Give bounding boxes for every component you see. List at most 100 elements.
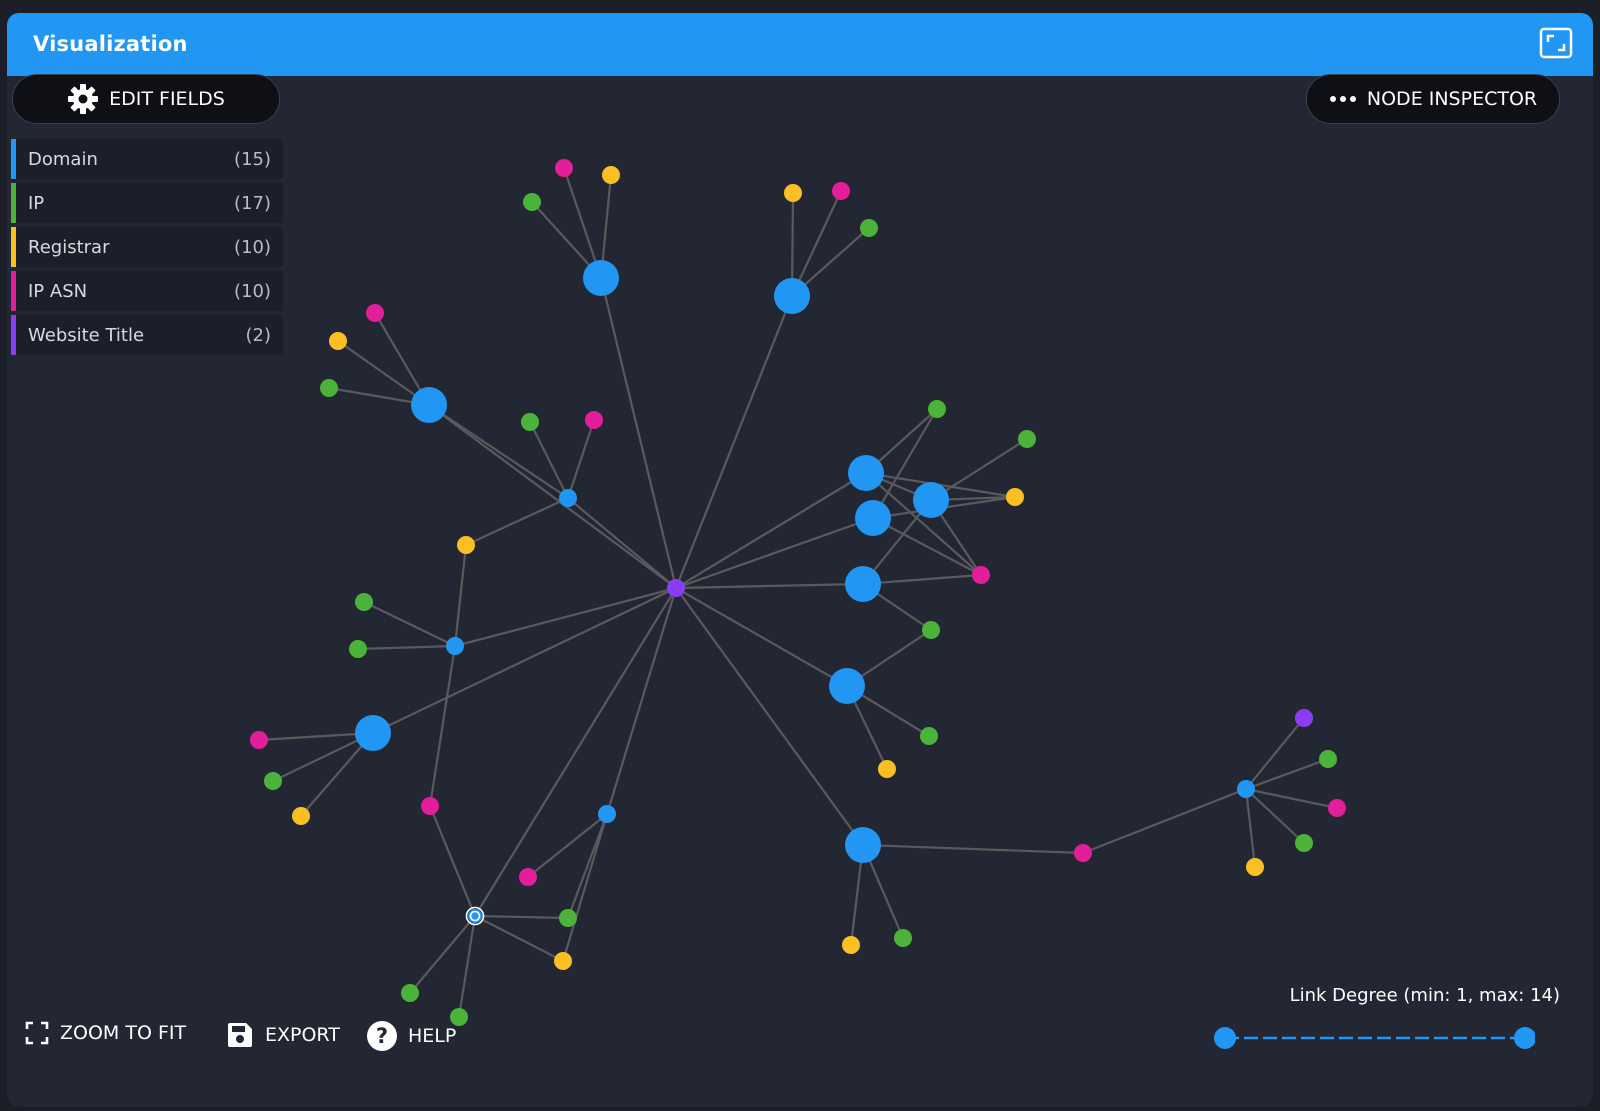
node-ip[interactable] <box>521 413 539 431</box>
legend-label: IP ASN <box>28 280 88 302</box>
node-domain[interactable] <box>559 489 577 507</box>
graph-link <box>453 544 468 647</box>
legend-item-registrar[interactable]: Registrar (10) <box>11 227 283 267</box>
node-ip-asn[interactable] <box>250 731 268 749</box>
help-button[interactable]: ? HELP <box>366 1020 456 1052</box>
node-domain[interactable] <box>913 482 949 518</box>
legend-item-domain[interactable]: Domain (15) <box>11 139 283 179</box>
export-button[interactable]: EXPORT <box>225 1020 340 1050</box>
graph-link <box>363 601 456 647</box>
node-ip[interactable] <box>349 640 367 658</box>
node-registrar[interactable] <box>842 936 860 954</box>
graph-link <box>862 843 1084 855</box>
legend-count: (15) <box>234 148 271 170</box>
node-ip-asn[interactable] <box>1328 799 1346 817</box>
node-ip[interactable] <box>523 193 541 211</box>
node-registrar[interactable] <box>878 760 896 778</box>
node-registrar[interactable] <box>329 332 347 350</box>
node-registrar[interactable] <box>1006 488 1024 506</box>
node-ip[interactable] <box>922 621 940 639</box>
node-inspector-label: NODE INSPECTOR <box>1366 88 1538 110</box>
graph-link <box>1244 788 1257 868</box>
node-ip-asn[interactable] <box>555 159 573 177</box>
graph-link <box>675 587 848 687</box>
node-registrar[interactable] <box>554 952 572 970</box>
node-ip[interactable] <box>1295 834 1313 852</box>
node-domain[interactable] <box>446 637 464 655</box>
node-ip-asn[interactable] <box>972 566 990 584</box>
node-domain[interactable] <box>583 260 619 296</box>
legend-label: Domain <box>28 148 98 170</box>
node-inspector-button[interactable]: NODE INSPECTOR <box>1306 74 1560 124</box>
node-ip[interactable] <box>1319 750 1337 768</box>
node-domain[interactable] <box>1237 780 1255 798</box>
node-ip[interactable] <box>264 772 282 790</box>
node-ip-asn[interactable] <box>421 797 439 815</box>
legend-count: (2) <box>245 324 272 346</box>
node-ip[interactable] <box>920 727 938 745</box>
zoom-to-fit-button[interactable]: ZOOM TO FIT <box>24 1020 186 1046</box>
node-website-title[interactable] <box>1295 709 1313 727</box>
graph-nodes <box>250 159 1346 1026</box>
node-registrar[interactable] <box>292 807 310 825</box>
node-domain[interactable] <box>845 827 881 863</box>
node-domain[interactable] <box>855 500 891 536</box>
edit-fields-button[interactable]: EDIT FIELDS <box>12 74 280 124</box>
gear-icon <box>68 84 99 114</box>
node-domain[interactable] <box>598 805 616 823</box>
legend-count: (10) <box>234 280 271 302</box>
slider-max-handle[interactable] <box>1514 1027 1535 1049</box>
node-ip[interactable] <box>894 929 912 947</box>
legend-color-bar <box>11 183 16 223</box>
graph-link <box>474 915 564 962</box>
node-ip-asn[interactable] <box>585 411 603 429</box>
node-ip[interactable] <box>355 593 373 611</box>
node-registrar[interactable] <box>457 536 475 554</box>
graph-link <box>567 497 677 589</box>
help-icon: ? <box>367 1021 397 1051</box>
node-ip-asn[interactable] <box>832 182 850 200</box>
slider-min-handle[interactable] <box>1214 1027 1236 1049</box>
link-degree-slider[interactable] <box>1205 1023 1535 1053</box>
node-ip[interactable] <box>928 400 946 418</box>
save-icon <box>228 1023 252 1047</box>
node-ip[interactable] <box>1018 430 1036 448</box>
node-domain[interactable] <box>848 455 884 491</box>
node-ip[interactable] <box>860 219 878 237</box>
node-ip[interactable] <box>320 379 338 397</box>
edit-fields-label: EDIT FIELDS <box>109 88 225 110</box>
graph-link <box>561 813 609 962</box>
legend-item-website-title[interactable]: Website Title (2) <box>11 315 283 355</box>
more-dots-icon <box>1329 96 1356 102</box>
graph-link <box>474 914 569 920</box>
node-domain[interactable] <box>829 668 865 704</box>
node-ip-asn[interactable] <box>366 304 384 322</box>
legend-item-ip[interactable]: IP (17) <box>11 183 283 223</box>
graph-link <box>675 582 864 590</box>
zoom-fit-icon <box>25 1021 49 1045</box>
node-domain[interactable] <box>355 715 391 751</box>
legend-count: (17) <box>234 192 271 214</box>
node-domain[interactable] <box>411 387 447 423</box>
legend-label: Registrar <box>28 236 110 258</box>
node-domain[interactable] <box>774 278 810 314</box>
node-ip[interactable] <box>559 909 577 927</box>
node-domain[interactable] <box>845 566 881 602</box>
node-registrar[interactable] <box>1246 858 1264 876</box>
graph-link <box>454 586 677 648</box>
legend-item-ip-asn[interactable]: IP ASN (10) <box>11 271 283 311</box>
node-ip-asn[interactable] <box>519 868 537 886</box>
legend-label: Website Title <box>28 324 145 346</box>
legend-color-bar <box>11 315 16 355</box>
node-ip[interactable] <box>401 984 419 1002</box>
legend-color-bar <box>11 139 16 179</box>
graph-link <box>428 404 569 499</box>
help-label: HELP <box>408 1025 457 1047</box>
node-website-title[interactable] <box>667 579 685 597</box>
node-ip-asn[interactable] <box>1074 844 1092 862</box>
link-degree-label: Link Degree (min: 1, max: 14) <box>1289 985 1560 1006</box>
graph-link <box>566 419 596 499</box>
node-registrar[interactable] <box>602 166 620 184</box>
node-registrar[interactable] <box>784 184 802 202</box>
export-label: EXPORT <box>265 1024 340 1046</box>
